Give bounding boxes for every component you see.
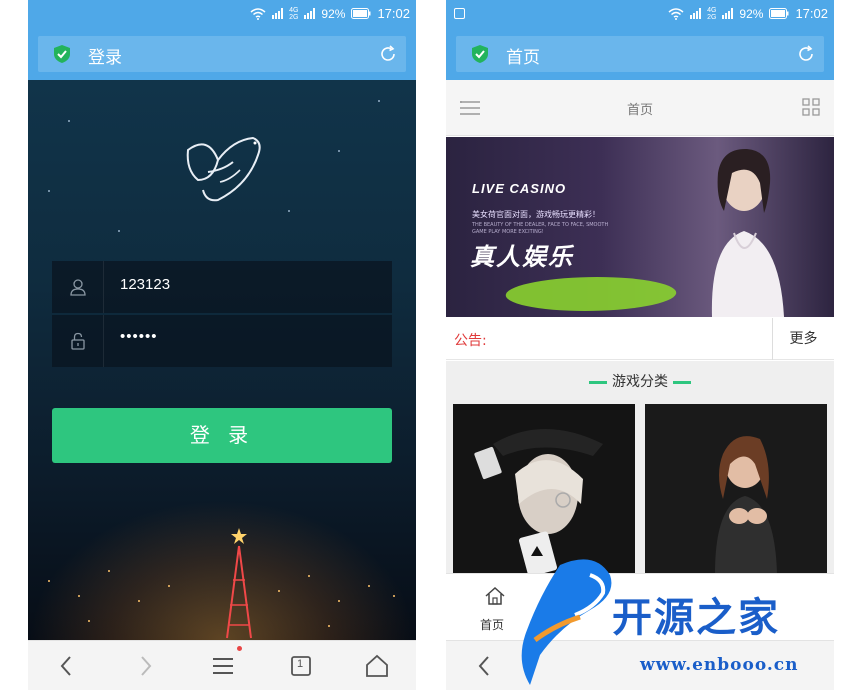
dealer-girl-image [645,404,827,574]
christmas-tower [226,528,252,639]
qr-code-icon[interactable] [802,98,820,116]
login-phone: 4G 2G 92% 17:02 登录 123123 •••••• 登 录 1 [28,0,416,690]
back-icon[interactable] [54,653,80,679]
status-bar: 4G 2G 92% 17:02 [28,0,416,28]
notification-icon [454,8,465,19]
game-card-dealer[interactable] [645,404,827,574]
user-icon [52,261,104,313]
username-field[interactable]: 123123 [52,261,392,313]
home-tab-label[interactable]: 首页 [480,616,504,633]
tabs-button[interactable]: 1 [288,653,314,679]
casino-table-graphic [499,277,683,311]
poker-magician-image [453,404,635,574]
notice-bar: 公告: 更多 [446,318,834,360]
address-bar: 首页 [446,28,834,80]
header-title: 首页 [626,103,653,118]
tab-count: 1 [297,658,304,670]
watermark-url: www.enbooo.cn [640,655,799,675]
signal-icon-2 [722,8,734,19]
network-type: 4G 2G [707,6,717,21]
battery-icon [351,8,371,19]
game-card-poker[interactable] [453,404,635,574]
notification-dot [237,646,242,651]
banner-subtitle: 美女荷官面对面，游戏畅玩更精彩！ THE BEAUTY OF THE DEALE… [472,210,609,235]
page-title: 首页 [506,48,540,68]
status-bar: 4G 2G 92% 17:02 [446,0,834,28]
watermark-brand: 开源之家 [612,595,780,641]
clock: 17:02 [795,6,828,21]
signal-icon [272,8,284,19]
city-skyline [28,500,416,640]
reload-icon[interactable] [378,44,398,64]
screenshot-stage: 4G 2G 92% 17:02 登录 123123 •••••• 登 录 1 4… [0,0,860,690]
site-header: 首页 [446,80,834,136]
address-bar: 登录 [28,28,416,80]
lock-icon [52,315,104,367]
signal-icon-2 [304,8,316,19]
signal-icon [690,8,702,19]
more-button[interactable]: 更多 [772,318,834,360]
notice-label: 公告: [454,333,487,349]
password-field[interactable]: •••••• [52,315,392,367]
secure-shield-icon [472,45,488,63]
bird-logo [186,136,261,202]
battery-icon [769,8,789,19]
battery-level: 92% [321,6,346,21]
password-value: •••••• [120,328,158,345]
dealer-figure [711,148,784,317]
banner-headline: 真人娱乐 [470,243,574,271]
username-value: 123123 [120,276,171,293]
banner-title: LIVE CASINO [472,181,567,196]
battery-level: 92% [739,6,764,21]
back-icon[interactable] [472,653,498,679]
clock: 17:02 [377,6,410,21]
address-field[interactable]: 登录 [38,36,406,72]
secure-shield-icon [54,45,70,63]
address-field[interactable]: 首页 [456,36,824,72]
browser-nav-bar: 1 [28,640,416,690]
wifi-icon [250,7,266,20]
reload-icon[interactable] [796,44,816,64]
forward-icon[interactable] [132,653,158,679]
home-tab-icon[interactable] [484,586,506,606]
promo-banner[interactable]: LIVE CASINO 美女荷官面对面，游戏畅玩更精彩！ THE BEAUTY … [446,137,834,317]
page-title: 登录 [88,48,122,68]
login-button[interactable]: 登 录 [52,408,392,463]
network-type: 4G 2G [289,6,299,21]
home-icon[interactable] [364,653,390,679]
wifi-icon [668,7,684,20]
section-title: 游戏分类 [446,371,834,391]
menu-icon[interactable] [210,653,236,679]
